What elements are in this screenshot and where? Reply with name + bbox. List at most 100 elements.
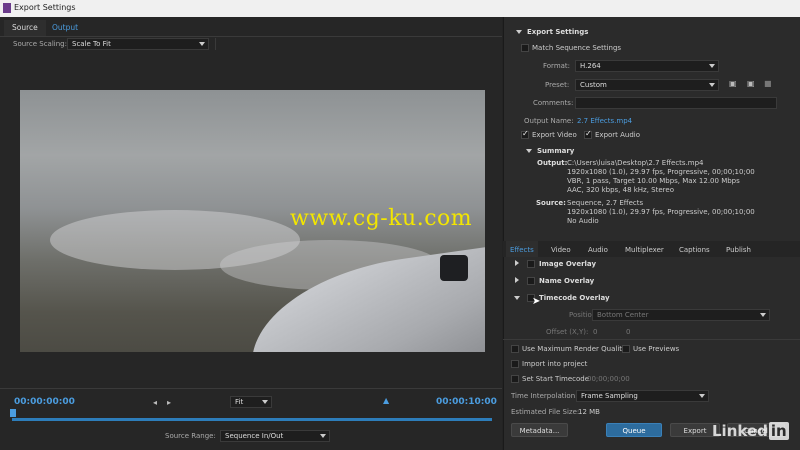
chevron-down-icon: [709, 64, 715, 68]
export-video-label: Export Video: [532, 131, 577, 139]
tab-multiplexer[interactable]: Multiplexer: [625, 243, 664, 257]
tab-video[interactable]: Video: [551, 243, 571, 257]
tab-audio[interactable]: Audio: [588, 243, 608, 257]
preset-dropdown[interactable]: Custom: [575, 79, 719, 91]
use-previews-label: Use Previews: [633, 345, 680, 353]
output-name-label: Output Name:: [524, 117, 574, 125]
summary-source-label: Source:: [536, 199, 566, 207]
mouse-cursor-icon: ➤: [532, 296, 541, 307]
export-audio-label: Export Audio: [595, 131, 641, 139]
source-scaling-value: Scale To Fit: [72, 40, 111, 48]
save-preset-icon[interactable]: ▣: [729, 79, 737, 88]
tab-source[interactable]: Source: [4, 20, 46, 36]
time-interpolation-dropdown[interactable]: Frame Sampling: [576, 390, 709, 402]
name-overlay-label: Name Overlay: [539, 277, 595, 285]
summary-output-line: VBR, 1 pass, Target 10.00 Mbps, Max 12.0…: [567, 177, 740, 185]
export-audio-checkbox[interactable]: [584, 129, 592, 139]
chevron-down-icon: [199, 42, 205, 46]
format-value: H.264: [580, 62, 601, 70]
set-start-timecode-label: Set Start Timecode: [522, 375, 590, 383]
wing-pod: [440, 255, 468, 281]
fit-value: Fit: [235, 398, 244, 406]
summary-output-line: 1920x1080 (1.0), 29.97 fps, Progressive,…: [567, 168, 755, 176]
file-size-label: Estimated File Size:: [511, 408, 580, 416]
max-render-checkbox[interactable]: [511, 345, 519, 353]
chevron-down-icon: [709, 83, 715, 87]
name-overlay-checkbox[interactable]: [527, 277, 535, 285]
source-scaling-dropdown[interactable]: Scale To Fit: [67, 38, 209, 50]
playhead-handle[interactable]: [10, 409, 16, 417]
chevron-down-icon: [760, 313, 766, 317]
summary-output-line: AAC, 320 kbps, 48 kHz, Stereo: [567, 186, 674, 194]
tab-effects[interactable]: Effects: [510, 243, 534, 257]
comments-input[interactable]: [575, 97, 777, 109]
fit-dropdown[interactable]: Fit: [230, 396, 272, 408]
linkedin-text: Linked: [712, 422, 768, 440]
tab-captions[interactable]: Captions: [679, 243, 710, 257]
divider: [0, 36, 502, 37]
summary-output-line: C:\Users\luisa\Desktop\2.7 Effects.mp4: [567, 159, 704, 167]
use-previews-checkbox[interactable]: [622, 345, 630, 353]
timeline-track[interactable]: [12, 418, 492, 421]
position-value: Bottom Center: [597, 311, 649, 319]
source-range-label: Source Range:: [165, 432, 216, 440]
linkedin-in: in: [768, 422, 789, 440]
export-settings-header: Export Settings: [527, 28, 589, 36]
mark-in-icon[interactable]: ◂: [153, 398, 157, 407]
comments-label: Comments:: [533, 99, 574, 107]
chevron-down-icon: [320, 434, 326, 438]
image-overlay-label: Image Overlay: [539, 260, 597, 268]
window-title: Export Settings: [14, 3, 76, 12]
import-project-label: Import into project: [522, 360, 588, 368]
collapse-icon[interactable]: [526, 149, 532, 153]
metadata-button[interactable]: Metadata...: [511, 423, 568, 437]
app-icon: [3, 3, 11, 13]
expand-icon[interactable]: [515, 260, 519, 266]
divider: [503, 339, 800, 340]
expand-icon[interactable]: [515, 277, 519, 283]
summary-header: Summary: [537, 147, 575, 155]
import-preset-icon[interactable]: ▣: [747, 79, 755, 88]
format-dropdown[interactable]: H.264: [575, 60, 719, 72]
collapse-icon[interactable]: [514, 296, 520, 300]
title-bar: Export Settings: [0, 0, 800, 17]
tab-output[interactable]: Output: [44, 20, 86, 36]
collapse-icon[interactable]: [516, 30, 522, 34]
timecode-start[interactable]: 00:00:00:00: [14, 397, 75, 407]
start-timecode-value[interactable]: 00;00;00;00: [587, 375, 630, 383]
chevron-down-icon: [262, 400, 268, 404]
mark-out-icon[interactable]: ▸: [167, 398, 171, 407]
timecode-overlay-label: Timecode Overlay: [539, 294, 610, 302]
match-sequence-checkbox[interactable]: [521, 44, 529, 52]
match-sequence-label: Match Sequence Settings: [532, 44, 622, 52]
import-project-checkbox[interactable]: [511, 360, 519, 368]
summary-output-label: Output:: [537, 159, 568, 167]
set-start-timecode-checkbox[interactable]: [511, 375, 519, 383]
source-range-dropdown[interactable]: Sequence In/Out: [220, 430, 330, 442]
chevron-down-icon: [699, 394, 705, 398]
preset-value: Custom: [580, 81, 607, 89]
tab-publish[interactable]: Publish: [726, 243, 751, 257]
marker-icon[interactable]: ▲: [383, 396, 389, 405]
image-overlay-checkbox[interactable]: [527, 260, 535, 268]
preset-label: Preset:: [545, 81, 570, 89]
offset-x[interactable]: 0: [593, 328, 597, 336]
time-interpolation-value: Frame Sampling: [581, 392, 638, 400]
divider: [0, 388, 502, 389]
delete-preset-icon[interactable]: ■: [764, 79, 772, 88]
file-size-value: 12 MB: [578, 408, 600, 416]
offset-y[interactable]: 0: [626, 328, 630, 336]
summary-source-line: 1920x1080 (1.0), 29.97 fps, Progressive,…: [567, 208, 755, 216]
position-dropdown[interactable]: Bottom Center: [592, 309, 770, 321]
export-video-checkbox[interactable]: [521, 129, 529, 139]
timecode-end[interactable]: 00:00:10:00: [436, 397, 497, 407]
toolbar-divider: [215, 38, 216, 50]
offset-label: Offset (X,Y):: [546, 328, 589, 336]
source-range-value: Sequence In/Out: [225, 432, 284, 440]
linkedin-logo: Linked in: [712, 422, 789, 440]
source-scaling-label: Source Scaling:: [13, 40, 67, 48]
queue-button[interactable]: Queue: [606, 423, 662, 437]
max-render-label: Use Maximum Render Quality: [522, 345, 627, 353]
output-name-link[interactable]: 2.7 Effects.mp4: [577, 117, 632, 125]
summary-source-line: No Audio: [567, 217, 599, 225]
